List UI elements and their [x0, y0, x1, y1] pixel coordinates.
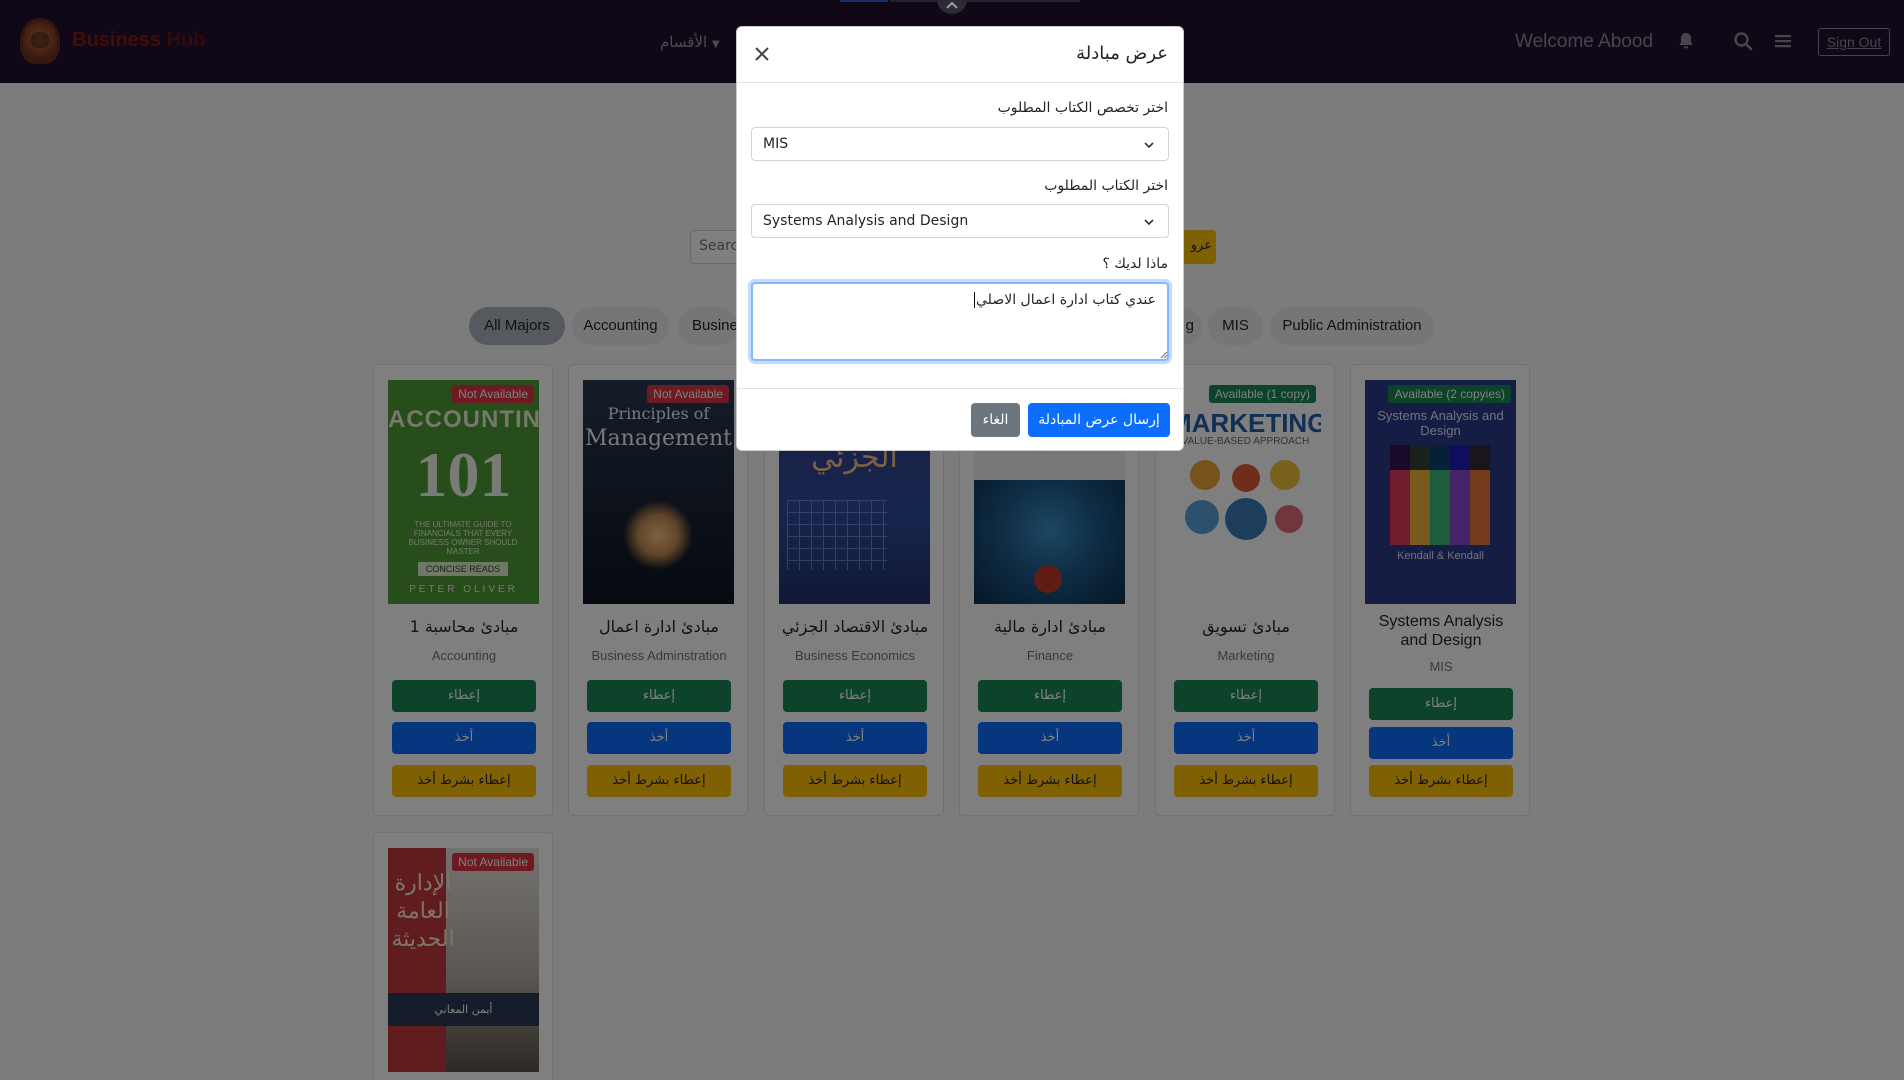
book-select[interactable]: Systems Analysis and Design — [751, 204, 1169, 238]
major-select[interactable]: MIS — [751, 127, 1169, 161]
cancel-button[interactable]: الغاء — [971, 403, 1020, 437]
modal-header: عرض مبادلة — [737, 27, 1183, 83]
chevron-down-icon — [1144, 142, 1154, 149]
text-cursor — [974, 292, 976, 308]
major-select-label: اختر تخصص الكتاب المطلوب — [997, 100, 1168, 116]
close-icon[interactable] — [751, 43, 773, 65]
modal-footer-divider — [737, 388, 1183, 389]
have-label: ماذا لديك ؟ — [1102, 256, 1168, 272]
send-offer-button[interactable]: إرسال عرض المبادلة — [1028, 403, 1170, 437]
book-select-value: Systems Analysis and Design — [763, 213, 969, 229]
book-select-label: اختر الكتاب المطلوب — [1044, 178, 1168, 194]
modal-title: عرض مبادلة — [1076, 43, 1168, 64]
chevron-up-icon — [946, 1, 958, 9]
major-select-value: MIS — [763, 136, 789, 152]
have-textarea[interactable]: عندي كتاب ادارة اعمال الاصلي — [751, 282, 1169, 361]
chevron-down-icon — [1144, 219, 1154, 226]
exchange-offer-modal: عرض مبادلة اختر تخصص الكتاب المطلوب MIS … — [736, 26, 1184, 451]
have-textarea-value: عندي كتاب ادارة اعمال الاصلي — [976, 292, 1156, 308]
resize-handle-icon[interactable] — [1160, 351, 1168, 359]
